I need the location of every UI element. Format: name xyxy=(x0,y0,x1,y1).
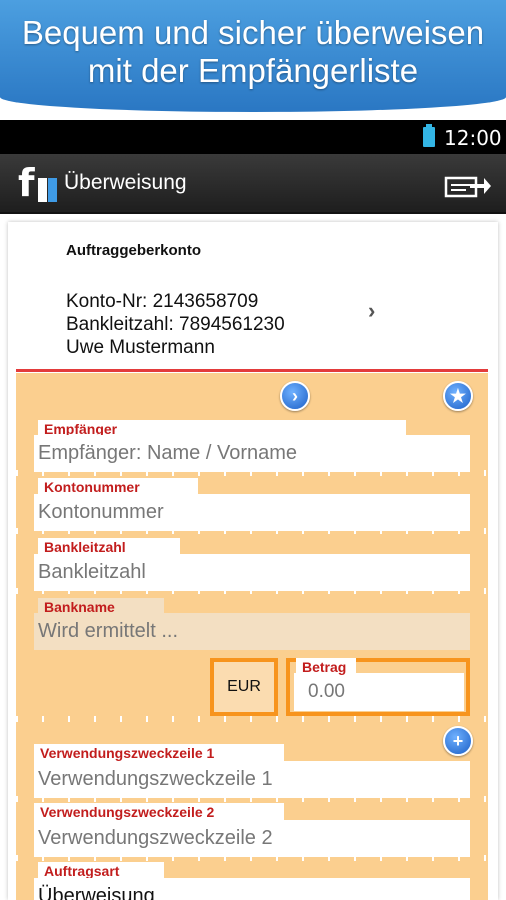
chevron-right-icon: › xyxy=(292,386,298,406)
logo-letter: f xyxy=(18,161,35,205)
status-bar: 12:00 xyxy=(0,120,506,154)
screen-title: Überweisung xyxy=(64,171,187,194)
amount-label: Betrag xyxy=(296,658,356,676)
currency-box: EUR xyxy=(210,658,278,716)
star-icon: ★ xyxy=(449,386,467,406)
purpose-line-1-label: Verwendungszweckzeile 1 xyxy=(34,744,284,762)
bank-name-value: Wird ermittelt ... xyxy=(34,613,470,650)
action-bar: f Überweisung xyxy=(0,154,506,214)
send-transfer-icon[interactable] xyxy=(444,172,492,200)
order-type-select[interactable]: Überweisung xyxy=(34,878,470,900)
banner-line-2: mit der Empfängerliste xyxy=(87,52,419,89)
account-blz[interactable]: Bankleitzahl: 7894561230 xyxy=(66,314,285,336)
bank-code-input[interactable]: Bankleitzahl xyxy=(34,554,470,591)
account-number-input[interactable]: Kontonummer xyxy=(34,494,470,531)
purpose-line-2-label: Verwendungszweckzeile 2 xyxy=(34,803,284,821)
account-heading: Auftraggeberkonto xyxy=(66,242,201,259)
recipient-next-button[interactable]: › xyxy=(280,381,310,411)
amount-input[interactable]: 0.00 xyxy=(294,673,464,711)
favorites-star-button[interactable]: ★ xyxy=(443,381,473,411)
battery-icon xyxy=(423,124,435,147)
chevron-right-icon[interactable]: › xyxy=(368,298,375,324)
app-logo-icon[interactable]: f xyxy=(18,161,58,205)
account-owner[interactable]: Uwe Mustermann xyxy=(66,337,215,359)
plus-icon: + xyxy=(452,731,464,751)
divider xyxy=(16,369,488,372)
promo-banner: Bequem und sicher überweisen mit der Emp… xyxy=(0,0,506,112)
account-number[interactable]: Konto-Nr: 2143658709 xyxy=(66,291,258,313)
banner-line-1: Bequem und sicher überweisen xyxy=(21,14,485,51)
purpose-line-2-input[interactable]: Verwendungszweckzeile 2 xyxy=(34,820,470,857)
purpose-line-1-input[interactable]: Verwendungszweckzeile 1 xyxy=(34,761,470,798)
status-clock: 12:00 xyxy=(444,126,502,150)
add-purpose-line-button[interactable]: + xyxy=(443,726,473,756)
recipient-input[interactable]: Empfänger: Name / Vorname xyxy=(34,435,470,472)
